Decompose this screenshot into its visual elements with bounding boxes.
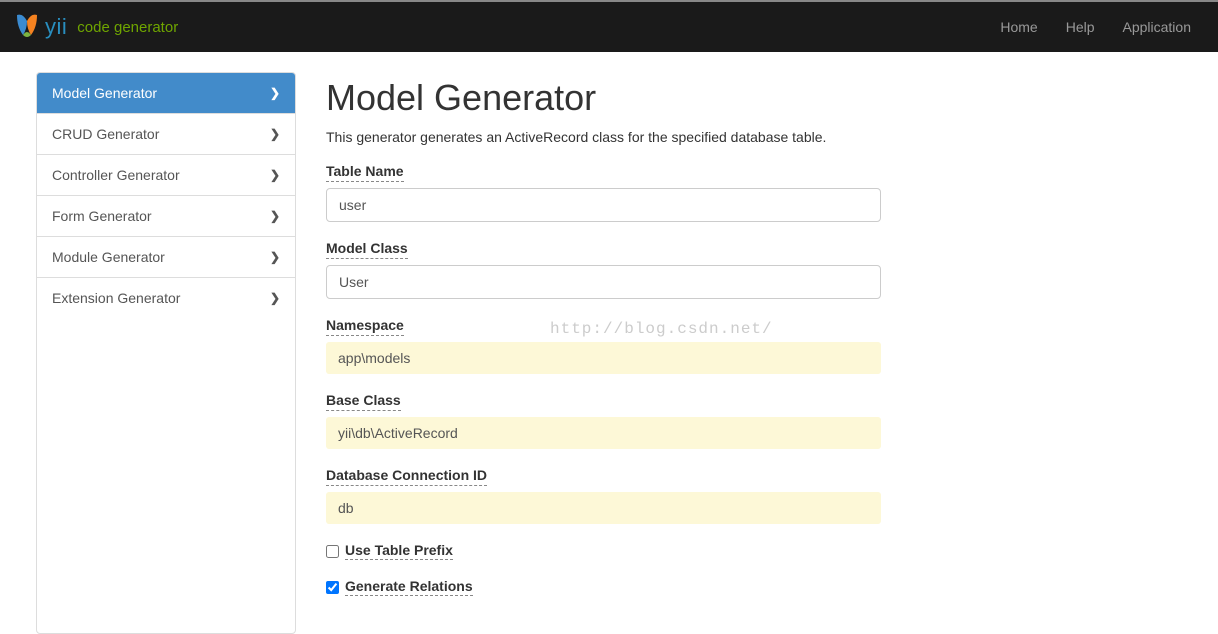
sidebar-item-module-generator[interactable]: Module Generator ❯ — [37, 237, 295, 278]
chevron-right-icon: ❯ — [270, 86, 280, 100]
sidebar-item-crud-generator[interactable]: CRUD Generator ❯ — [37, 114, 295, 155]
brand[interactable]: yii code generator — [15, 13, 178, 41]
sidebar-item-controller-generator[interactable]: Controller Generator ❯ — [37, 155, 295, 196]
sidebar-item-label: Form Generator — [52, 208, 152, 224]
nav-help[interactable]: Help — [1066, 19, 1095, 35]
navbar: yii code generator Home Help Application — [0, 2, 1218, 52]
sidebar-item-label: Controller Generator — [52, 167, 180, 183]
db-conn-label: Database Connection ID — [326, 467, 487, 486]
nav-links: Home Help Application — [1000, 19, 1203, 35]
sidebar-item-label: Model Generator — [52, 85, 157, 101]
page-description: This generator generates an ActiveRecord… — [326, 129, 1176, 145]
chevron-right-icon: ❯ — [270, 127, 280, 141]
page-title: Model Generator — [326, 77, 1176, 119]
base-class-value[interactable]: yii\db\ActiveRecord — [326, 417, 881, 449]
chevron-right-icon: ❯ — [270, 250, 280, 264]
chevron-right-icon: ❯ — [270, 209, 280, 223]
model-class-input[interactable] — [326, 265, 881, 299]
chevron-right-icon: ❯ — [270, 291, 280, 305]
nav-home[interactable]: Home — [1000, 19, 1037, 35]
use-table-prefix-label: Use Table Prefix — [345, 542, 453, 560]
namespace-value[interactable]: app\models — [326, 342, 881, 374]
namespace-label: Namespace — [326, 317, 404, 336]
model-class-label: Model Class — [326, 240, 408, 259]
base-class-label: Base Class — [326, 392, 401, 411]
table-name-label: Table Name — [326, 163, 404, 182]
sidebar: Model Generator ❯ CRUD Generator ❯ Contr… — [36, 72, 296, 634]
use-table-prefix-checkbox[interactable] — [326, 545, 339, 558]
sidebar-item-label: CRUD Generator — [52, 126, 159, 142]
brand-title: yii — [45, 14, 67, 40]
db-conn-value[interactable]: db — [326, 492, 881, 524]
generate-relations-label: Generate Relations — [345, 578, 473, 596]
generate-relations-checkbox[interactable] — [326, 581, 339, 594]
sidebar-item-model-generator[interactable]: Model Generator ❯ — [37, 73, 295, 114]
sidebar-item-form-generator[interactable]: Form Generator ❯ — [37, 196, 295, 237]
sidebar-item-label: Module Generator — [52, 249, 165, 265]
sidebar-item-label: Extension Generator — [52, 290, 180, 306]
main-content: Model Generator This generator generates… — [326, 72, 1216, 634]
yii-logo-icon — [15, 13, 39, 41]
chevron-right-icon: ❯ — [270, 168, 280, 182]
brand-subtitle: code generator — [77, 19, 178, 36]
table-name-input[interactable] — [326, 188, 881, 222]
nav-application[interactable]: Application — [1123, 19, 1192, 35]
sidebar-item-extension-generator[interactable]: Extension Generator ❯ — [37, 278, 295, 318]
